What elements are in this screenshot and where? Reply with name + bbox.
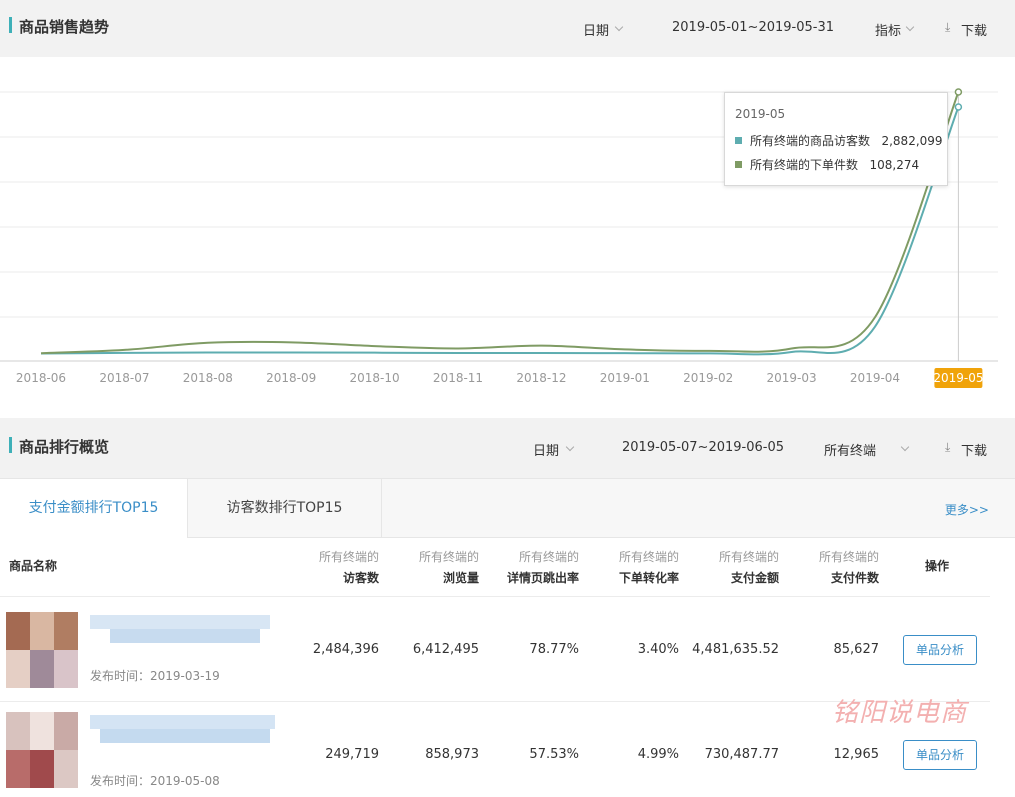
col-header-label: 详情页跳出率 <box>506 571 579 585</box>
col-header-bounce[interactable]: 所有终端的详情页跳出率 <box>479 548 579 586</box>
col-header-prefix: 所有终端的 <box>818 550 879 564</box>
col-header-label: 支付件数 <box>830 571 879 585</box>
cell-amount: 730,487.77 <box>704 747 779 762</box>
col-header-prefix: 所有终端的 <box>318 550 379 564</box>
col-header-visitors[interactable]: 所有终端的访客数 <box>279 548 379 586</box>
product-name-blurred[interactable] <box>90 615 270 645</box>
terminal-dropdown-label: 所有终端 <box>824 444 877 459</box>
trend-header: 商品销售趋势 日期 2019-05-01~2019-05-31 指标 ⤓ 下载 <box>0 0 1015 57</box>
x-tick-label: 2018-10 <box>350 371 400 385</box>
x-tick-label: 2019-01 <box>600 371 650 385</box>
cell-bounce: 78.77% <box>529 642 579 657</box>
col-header-name: 商品名称 <box>9 559 58 573</box>
ranking-header: 商品排行概览 日期 2019-05-07~2019-06-05 所有终端 ⤓ 下… <box>0 418 1015 478</box>
chevron-down-icon <box>900 442 910 452</box>
x-tick-label: 2019-04 <box>850 371 900 385</box>
chevron-down-icon <box>565 442 575 452</box>
section-accent <box>9 17 12 33</box>
x-tick-label: 2019-05 <box>933 371 983 385</box>
tooltip-row-orders: 所有终端的下单件数 108,274 <box>735 156 919 173</box>
trend-download-button[interactable]: 下载 <box>961 20 987 39</box>
legend-swatch <box>735 161 742 168</box>
tooltip-date: 2019-05 <box>735 107 786 121</box>
x-tick-label: 2018-12 <box>516 371 566 385</box>
product-name-blurred[interactable] <box>90 715 280 745</box>
metric-dropdown[interactable]: 指标 <box>875 20 901 39</box>
tab-visitors-top15[interactable]: 访客数排行TOP15 <box>188 479 382 537</box>
col-header-label: 浏览量 <box>442 571 479 585</box>
cell-visitors: 249,719 <box>325 747 379 762</box>
date-dropdown-label: 日期 <box>583 24 610 39</box>
section-accent <box>9 437 12 453</box>
col-header-amount[interactable]: 所有终端的支付金额 <box>679 548 779 586</box>
download-icon: ⤓ <box>945 440 951 454</box>
legend-swatch <box>735 137 742 144</box>
product-thumbnail[interactable] <box>6 612 78 688</box>
ranking-tabs: 支付金额排行TOP15 访客数排行TOP15 更多>> <box>0 478 1015 538</box>
date-dropdown[interactable]: 日期 <box>583 20 609 39</box>
chart-x-axis: 2018-06 2018-07 2018-08 2018-09 2018-10 2018-… <box>16 368 983 388</box>
col-header-label: 支付金额 <box>730 571 779 585</box>
trend-title: 商品销售趋势 <box>19 18 110 36</box>
ranking-date-dropdown[interactable]: 日期 <box>533 440 559 459</box>
more-link[interactable]: 更多>> <box>945 501 989 518</box>
ranking-date-range-picker[interactable]: 2019-05-07~2019-06-05 <box>622 440 784 455</box>
tooltip-visitors-value: 2,882,099 <box>881 134 943 148</box>
divider <box>0 596 990 597</box>
download-icon: ⤓ <box>945 20 951 34</box>
cell-conversion: 3.40% <box>637 642 679 657</box>
item-analysis-button[interactable]: 单品分析 <box>903 635 977 665</box>
tooltip-orders-label: 所有终端的下单件数 <box>750 158 859 172</box>
tooltip-visitors-label: 所有终端的商品访客数 <box>750 134 871 148</box>
cell-views: 858,973 <box>425 747 479 762</box>
cell-quantity: 12,965 <box>833 747 880 762</box>
item-analysis-button[interactable]: 单品分析 <box>903 740 977 770</box>
series-point-1 <box>954 88 963 96</box>
watermark-text: 铭阳说电商 <box>832 698 968 728</box>
cell-amount: 4,481,635.52 <box>692 642 779 657</box>
series-point-0 <box>954 103 963 111</box>
col-header-conversion[interactable]: 所有终端的下单转化率 <box>579 548 679 586</box>
col-header-quantity[interactable]: 所有终端的支付件数 <box>779 548 879 586</box>
metric-dropdown-label: 指标 <box>875 24 902 39</box>
cell-bounce: 57.53% <box>529 747 579 762</box>
col-header-prefix: 所有终端的 <box>418 550 479 564</box>
ranking-download-button[interactable]: 下载 <box>961 440 987 459</box>
chevron-down-icon <box>905 22 915 32</box>
publish-date: 发布时间：2019-03-19 <box>90 669 220 683</box>
x-tick-label: 2018-07 <box>99 371 149 385</box>
cell-quantity: 85,627 <box>833 642 880 657</box>
chart-tooltip: 2019-05 所有终端的商品访客数 2,882,099 所有终端的下单件数 1… <box>724 92 948 186</box>
chevron-down-icon <box>614 22 624 32</box>
cell-conversion: 4.99% <box>637 747 679 762</box>
ranking-title: 商品排行概览 <box>19 438 110 456</box>
product-thumbnail[interactable] <box>6 712 78 788</box>
col-header-prefix: 所有终端的 <box>718 550 779 564</box>
publish-date: 发布时间：2019-05-08 <box>90 774 220 788</box>
tab-payment-top15[interactable]: 支付金额排行TOP15 <box>0 479 188 538</box>
cell-visitors: 2,484,396 <box>312 642 379 657</box>
x-tick-label: 2018-09 <box>266 371 316 385</box>
col-header-label: 下单转化率 <box>618 571 679 585</box>
date-range-picker[interactable]: 2019-05-01~2019-05-31 <box>672 20 834 35</box>
tooltip-row-visitors: 所有终端的商品访客数 2,882,099 <box>735 132 943 149</box>
cell-views: 6,412,495 <box>412 642 479 657</box>
col-header-label: 访客数 <box>342 571 379 585</box>
ranking-date-label: 日期 <box>533 444 560 459</box>
tooltip-orders-value: 108,274 <box>869 158 920 172</box>
x-tick-label: 2018-06 <box>16 371 66 385</box>
x-tick-label: 2018-08 <box>183 371 233 385</box>
x-tick-label: 2019-03 <box>767 371 817 385</box>
col-header-prefix: 所有终端的 <box>618 550 679 564</box>
x-tick-label: 2018-11 <box>433 371 483 385</box>
col-header-prefix: 所有终端的 <box>518 550 579 564</box>
col-header-action: 操作 <box>925 559 950 573</box>
col-header-views[interactable]: 所有终端的浏览量 <box>379 548 479 586</box>
terminal-dropdown[interactable]: 所有终端 <box>824 440 876 459</box>
x-tick-label: 2019-02 <box>683 371 733 385</box>
